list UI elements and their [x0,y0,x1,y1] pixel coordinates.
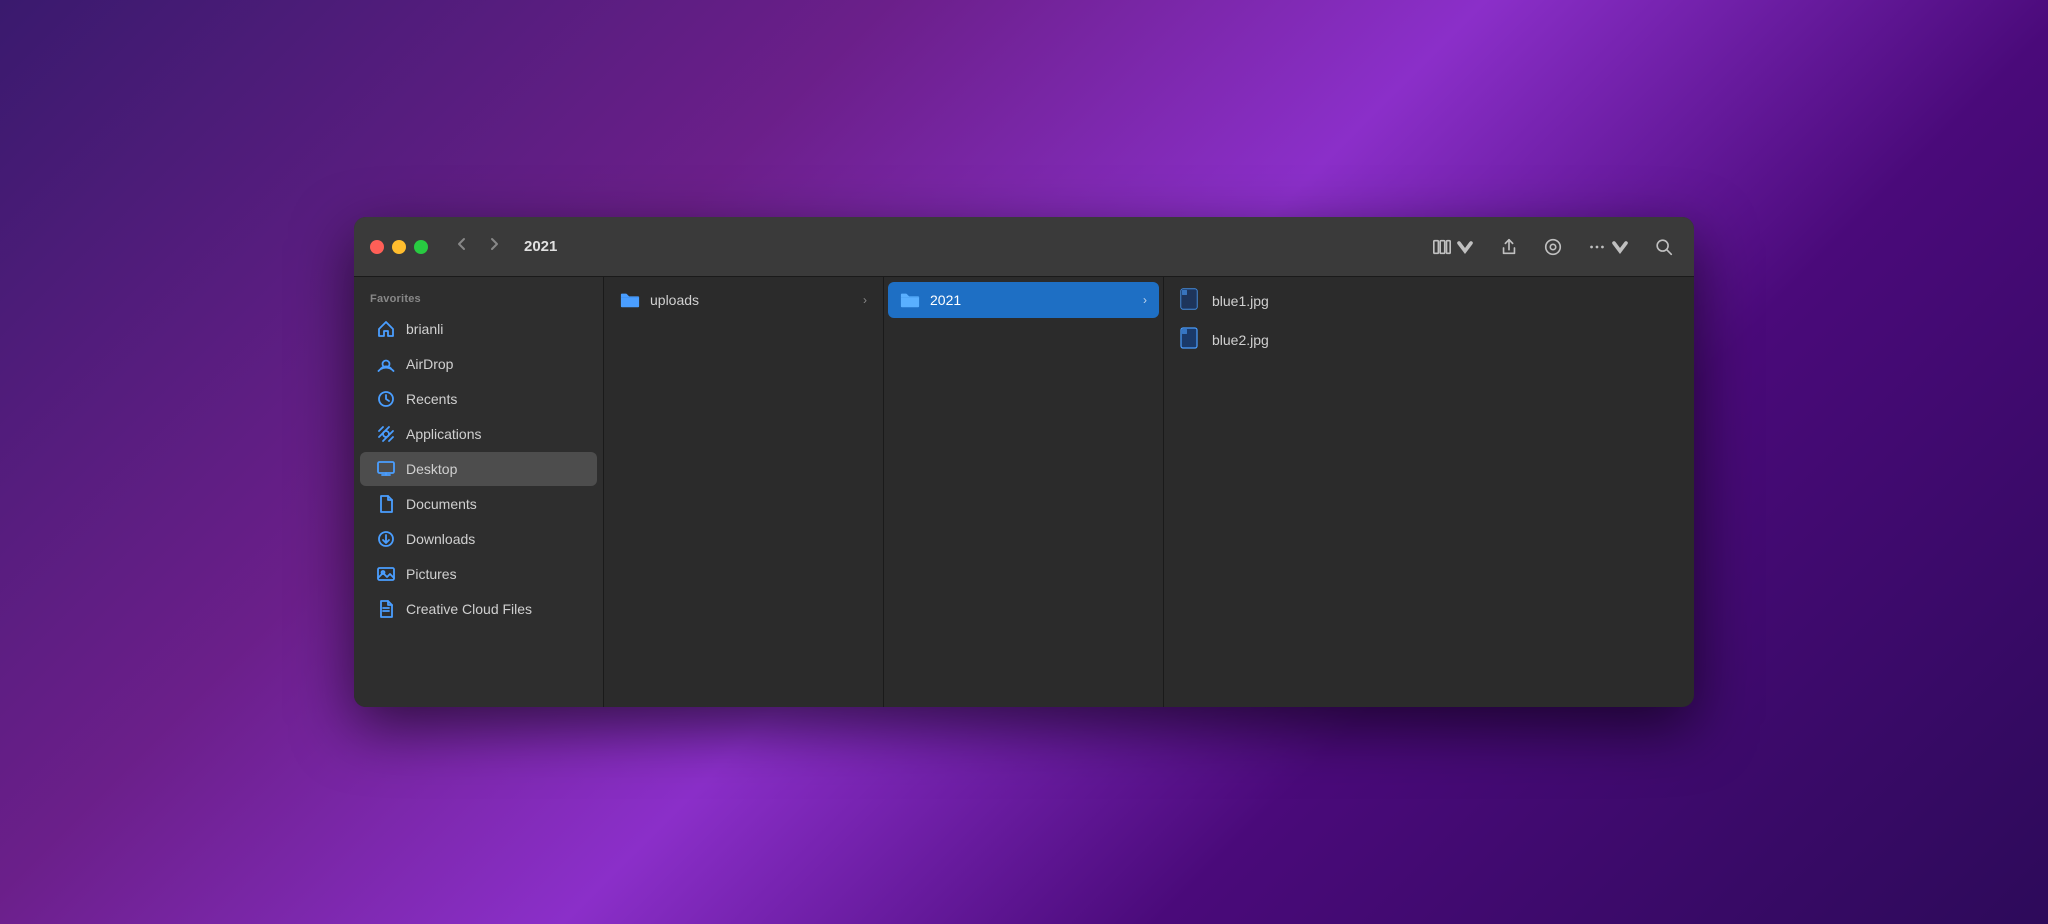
window-title: 2021 [524,238,557,255]
sidebar-item-applications[interactable]: Applications [360,417,597,451]
minimize-button[interactable] [392,240,406,254]
chevron-right-icon-2021: › [1143,293,1147,307]
toolbar-actions [1428,233,1678,261]
search-button[interactable] [1650,233,1678,261]
jpg-file-icon-blue2 [1180,329,1202,351]
back-button[interactable] [448,231,476,262]
sidebar-item-airdrop[interactable]: AirDrop [360,347,597,381]
sidebar-item-recents[interactable]: Recents [360,382,597,416]
jpg-file-icon-blue1 [1180,290,1202,312]
file-blue1[interactable]: blue1.jpg [1168,282,1690,320]
sidebar-label-creativecloud: Creative Cloud Files [406,601,532,617]
creativecloud-icon [376,599,396,619]
file-blue2[interactable]: blue2.jpg [1168,321,1690,359]
main-area: Favorites brianli AirDrop [354,277,1694,707]
sidebar-label-pictures: Pictures [406,566,457,582]
sidebar-label-downloads: Downloads [406,531,475,547]
view-columns-button[interactable] [1428,233,1479,261]
sidebar-item-brianli[interactable]: brianli [360,312,597,346]
sidebar-label-brianli: brianli [406,321,443,337]
more-button[interactable] [1583,233,1634,261]
sidebar-item-documents[interactable]: Documents [360,487,597,521]
file-blue2-label: blue2.jpg [1212,332,1269,348]
desktop-icon [376,459,396,479]
sidebar-section-favorites: Favorites [354,289,603,311]
sidebar-item-downloads[interactable]: Downloads [360,522,597,556]
airdrop-icon [376,354,396,374]
forward-button[interactable] [480,231,508,262]
column-2: 2021 › [884,277,1164,707]
downloads-icon [376,529,396,549]
folder-icon [620,290,640,310]
sidebar-label-applications: Applications [406,426,482,442]
sidebar-label-documents: Documents [406,496,477,512]
sidebar-item-desktop[interactable]: Desktop [360,452,597,486]
finder-window: 2021 [354,217,1694,707]
columns-area: uploads › 2021 › [604,277,1694,707]
folder-2021-label: 2021 [930,292,961,308]
maximize-button[interactable] [414,240,428,254]
chevron-right-icon: › [863,293,867,307]
sidebar: Favorites brianli AirDrop [354,277,604,707]
tag-button[interactable] [1539,233,1567,261]
home-icon [376,319,396,339]
folder-icon-2021 [900,290,920,310]
folder-uploads[interactable]: uploads › [608,282,879,318]
share-button[interactable] [1495,233,1523,261]
sidebar-item-creativecloud[interactable]: Creative Cloud Files [360,592,597,626]
sidebar-label-airdrop: AirDrop [406,356,453,372]
column-1: uploads › [604,277,884,707]
sidebar-item-pictures[interactable]: Pictures [360,557,597,591]
sidebar-label-recents: Recents [406,391,457,407]
sidebar-label-desktop: Desktop [406,461,457,477]
document-icon [376,494,396,514]
pictures-icon [376,564,396,584]
toolbar: 2021 [354,217,1694,277]
traffic-lights [370,240,428,254]
nav-buttons [448,231,508,262]
clock-icon [376,389,396,409]
file-blue1-label: blue1.jpg [1212,293,1269,309]
folder-uploads-label: uploads [650,292,699,308]
column-3: blue1.jpg blue2.jpg [1164,277,1694,707]
close-button[interactable] [370,240,384,254]
folder-2021[interactable]: 2021 › [888,282,1159,318]
apps-icon [376,424,396,444]
